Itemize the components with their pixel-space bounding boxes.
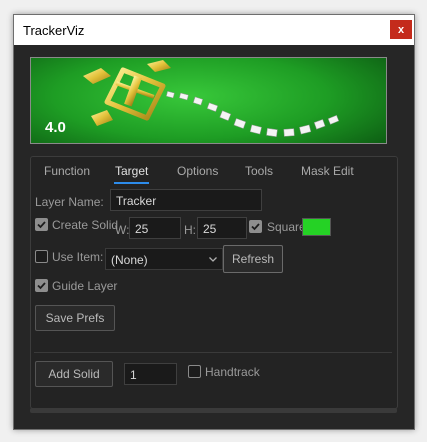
- create-solid-checkbox[interactable]: [35, 218, 48, 231]
- tab-target[interactable]: Target: [113, 164, 150, 184]
- tab-mask-edit[interactable]: Mask Edit: [301, 164, 354, 178]
- layer-name-input[interactable]: Tracker: [110, 189, 262, 211]
- use-item-selected-value: (None): [111, 253, 148, 267]
- use-item-label: Use Item:: [52, 250, 104, 264]
- section-divider: [34, 352, 392, 353]
- trackerviz-window: TrackerViz x 4.0 Function Target Options…: [13, 14, 415, 430]
- close-icon: x: [397, 23, 405, 36]
- version-label: 4.0: [45, 119, 66, 136]
- close-button[interactable]: x: [390, 20, 412, 39]
- create-solid-label: Create Solid: [52, 218, 119, 232]
- check-icon: [37, 282, 46, 290]
- solid-color-swatch[interactable]: [302, 218, 331, 236]
- tab-bar: Function Target Options Tools Mask Edit: [31, 164, 397, 186]
- tracker-target-logo-icon: [83, 60, 340, 137]
- tracker-banner: 4.0: [30, 57, 387, 144]
- square-label: Square: [267, 220, 306, 234]
- use-item-select[interactable]: (None): [105, 248, 223, 270]
- check-icon: [251, 223, 260, 231]
- title-bar[interactable]: TrackerViz x: [14, 15, 414, 45]
- use-item-checkbox[interactable]: [35, 250, 48, 263]
- save-prefs-button[interactable]: Save Prefs: [35, 305, 115, 331]
- tab-tools[interactable]: Tools: [245, 164, 273, 178]
- square-checkbox[interactable]: [249, 220, 262, 233]
- width-input[interactable]: 25: [129, 217, 181, 239]
- height-input[interactable]: 25: [197, 217, 247, 239]
- guide-layer-checkbox[interactable]: [35, 279, 48, 292]
- width-label: W:: [115, 223, 130, 237]
- handtrack-checkbox[interactable]: [188, 365, 201, 378]
- add-solid-count-input[interactable]: 1: [124, 363, 177, 385]
- horizontal-scrollbar[interactable]: [30, 408, 397, 413]
- refresh-button[interactable]: Refresh: [223, 245, 283, 273]
- tab-options[interactable]: Options: [177, 164, 218, 178]
- guide-layer-label: Guide Layer: [52, 279, 118, 293]
- layer-name-label: Layer Name:: [35, 195, 104, 209]
- tab-function[interactable]: Function: [44, 164, 90, 178]
- check-icon: [37, 221, 46, 229]
- chevron-down-icon: [209, 257, 217, 262]
- settings-panel: Function Target Options Tools Mask Edit …: [30, 156, 398, 409]
- handtrack-label: Handtrack: [205, 365, 260, 379]
- height-label: H:: [184, 223, 196, 237]
- window-title: TrackerViz: [23, 23, 85, 38]
- add-solid-button[interactable]: Add Solid: [35, 361, 113, 387]
